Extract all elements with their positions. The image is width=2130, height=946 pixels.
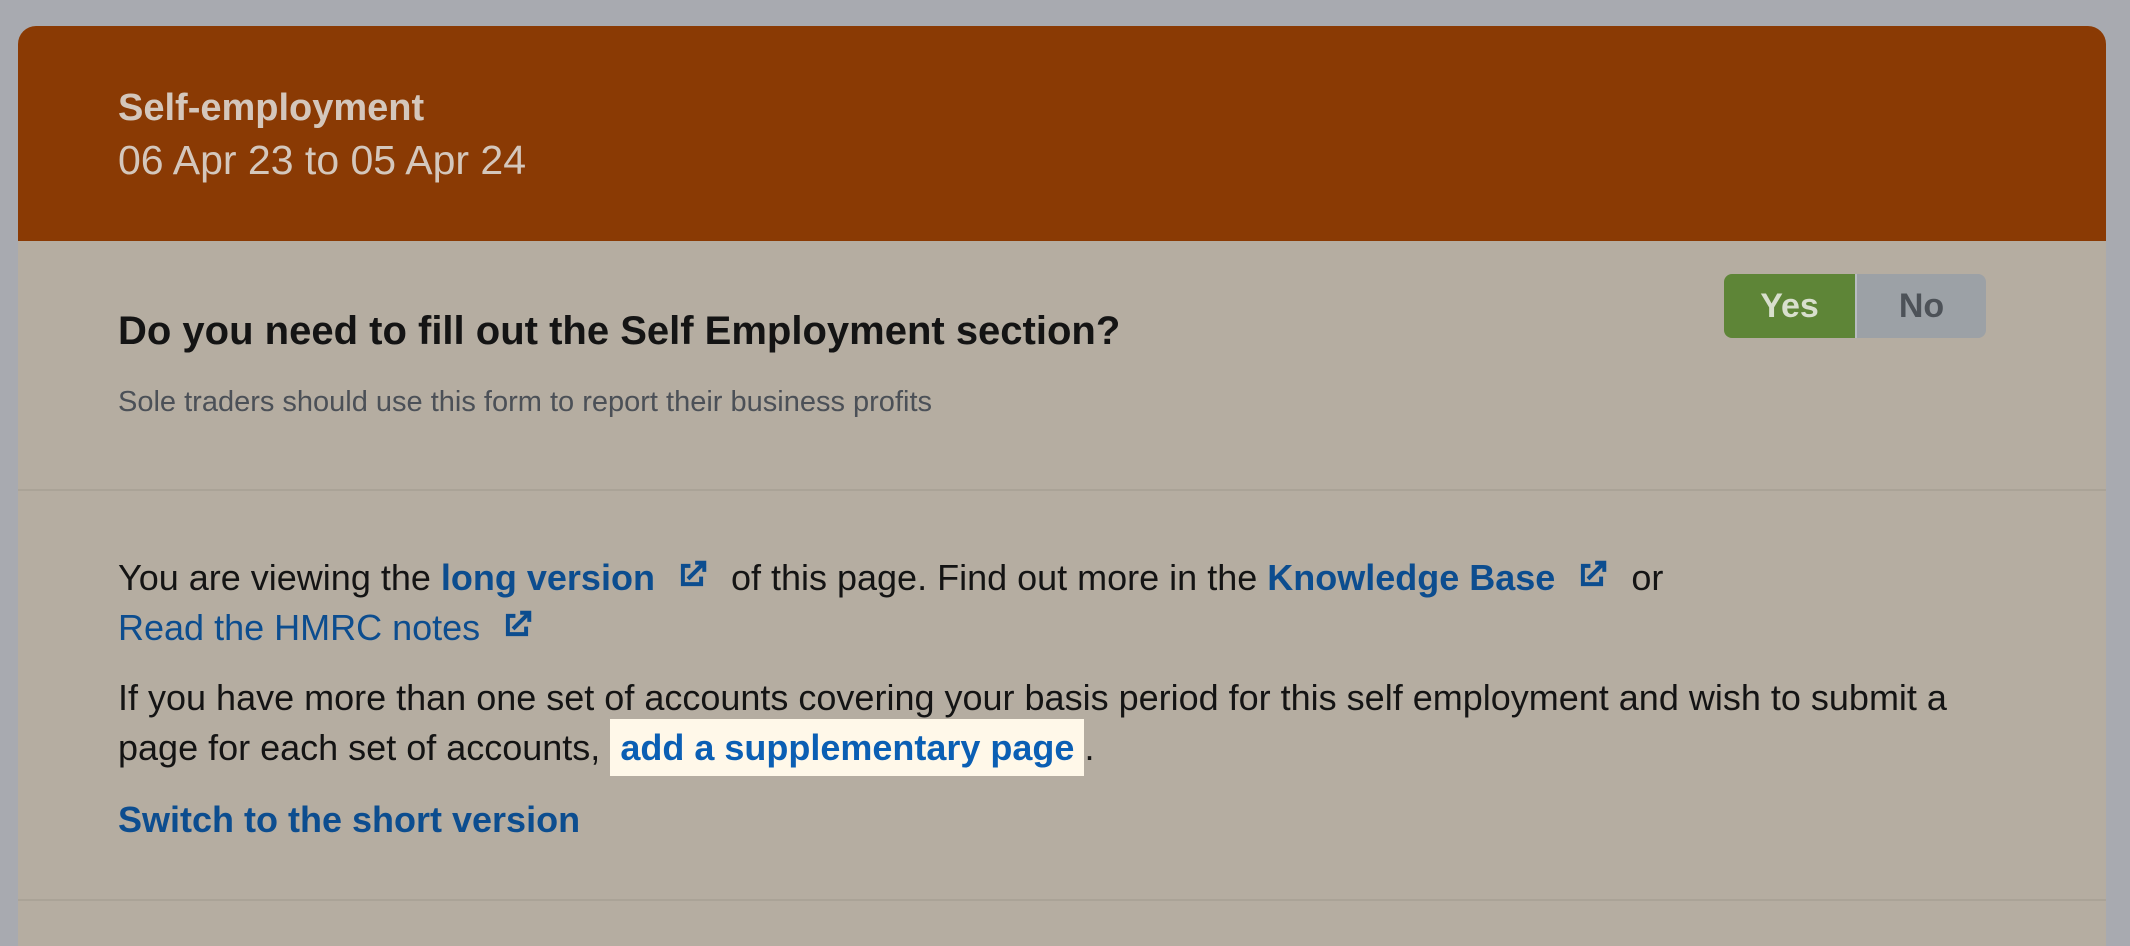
version-info-suffix: or xyxy=(1621,557,1664,598)
knowledge-base-link[interactable]: Knowledge Base xyxy=(1267,557,1621,598)
external-link-icon xyxy=(680,560,707,587)
tax-period: 06 Apr 23 to 05 Apr 24 xyxy=(118,137,527,183)
section-header: Self-employment 06 Apr 23 to 05 Apr 24 xyxy=(18,26,2106,241)
long-version-link[interactable]: long version xyxy=(441,557,721,598)
no-button[interactable]: No xyxy=(1855,274,1986,338)
yes-no-toggle: Yes No xyxy=(1724,274,1986,338)
add-supplementary-page-link[interactable]: add a supplementary page xyxy=(610,719,1085,776)
external-link-icon xyxy=(1581,560,1607,587)
switch-short-version-link[interactable]: Switch to the short version xyxy=(118,795,580,845)
hmrc-notes-link-label: Read the HMRC notes xyxy=(118,607,481,648)
long-version-link-label: long version xyxy=(440,557,655,598)
version-info-paragraph: You are viewing the long version of this… xyxy=(118,553,2006,653)
knowledge-base-link-label: Knowledge Base xyxy=(1267,557,1556,598)
external-link-icon xyxy=(506,610,532,637)
hmrc-notes-link[interactable]: Read the HMRC notes xyxy=(118,607,546,648)
yes-button[interactable]: Yes xyxy=(1724,274,1855,338)
question-hint: Sole traders should use this form to rep… xyxy=(118,386,932,418)
supplementary-paragraph: If you have more than one set of account… xyxy=(118,673,2006,776)
section-title: Self-employment xyxy=(118,87,425,129)
supplementary-end: . xyxy=(1084,727,1095,768)
version-info-middle: of this page. Find out more in the xyxy=(720,557,1268,598)
self-employment-card: Self-employment 06 Apr 23 to 05 Apr 24 D… xyxy=(18,26,2106,946)
version-info-prefix: You are viewing the xyxy=(118,557,441,598)
info-panel: You are viewing the long version of this… xyxy=(18,491,2106,901)
